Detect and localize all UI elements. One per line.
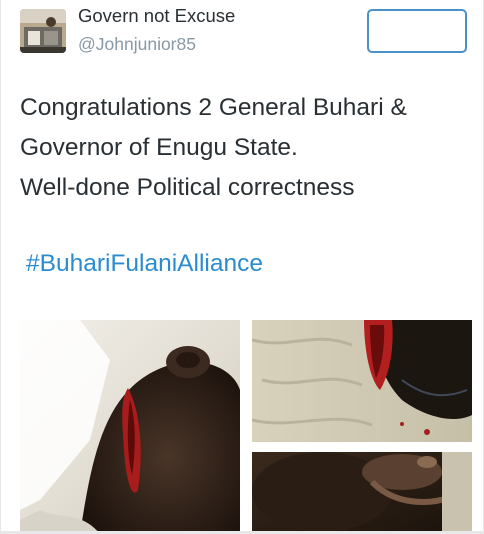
media-photo-3[interactable]	[252, 452, 472, 534]
tweet-card: Govern not Excuse @Johnjunior85 Congratu…	[0, 0, 484, 534]
avatar[interactable]	[20, 9, 66, 53]
tweet-text-line: Congratulations 2 General Buhari &	[20, 94, 407, 121]
tweet-text-line: Governor of Enugu State.	[20, 134, 298, 161]
tweet-text-line: Well-done Political correctness	[20, 174, 355, 201]
media-photo-2[interactable]	[252, 320, 472, 442]
tweet-text: Congratulations 2 General Buhari & Gover…	[20, 88, 470, 208]
media-photo-1[interactable]	[20, 320, 240, 534]
photo-image	[252, 320, 472, 442]
photo-image	[20, 320, 240, 534]
avatar-photo	[20, 9, 66, 53]
hashtag-link[interactable]: #BuhariFulaniAlliance	[26, 250, 263, 278]
media-grid	[20, 320, 472, 534]
photo-image	[252, 452, 472, 534]
user-handle[interactable]: @Johnjunior85	[78, 34, 196, 55]
display-name[interactable]: Govern not Excuse	[78, 5, 235, 27]
follow-button[interactable]	[367, 9, 467, 53]
